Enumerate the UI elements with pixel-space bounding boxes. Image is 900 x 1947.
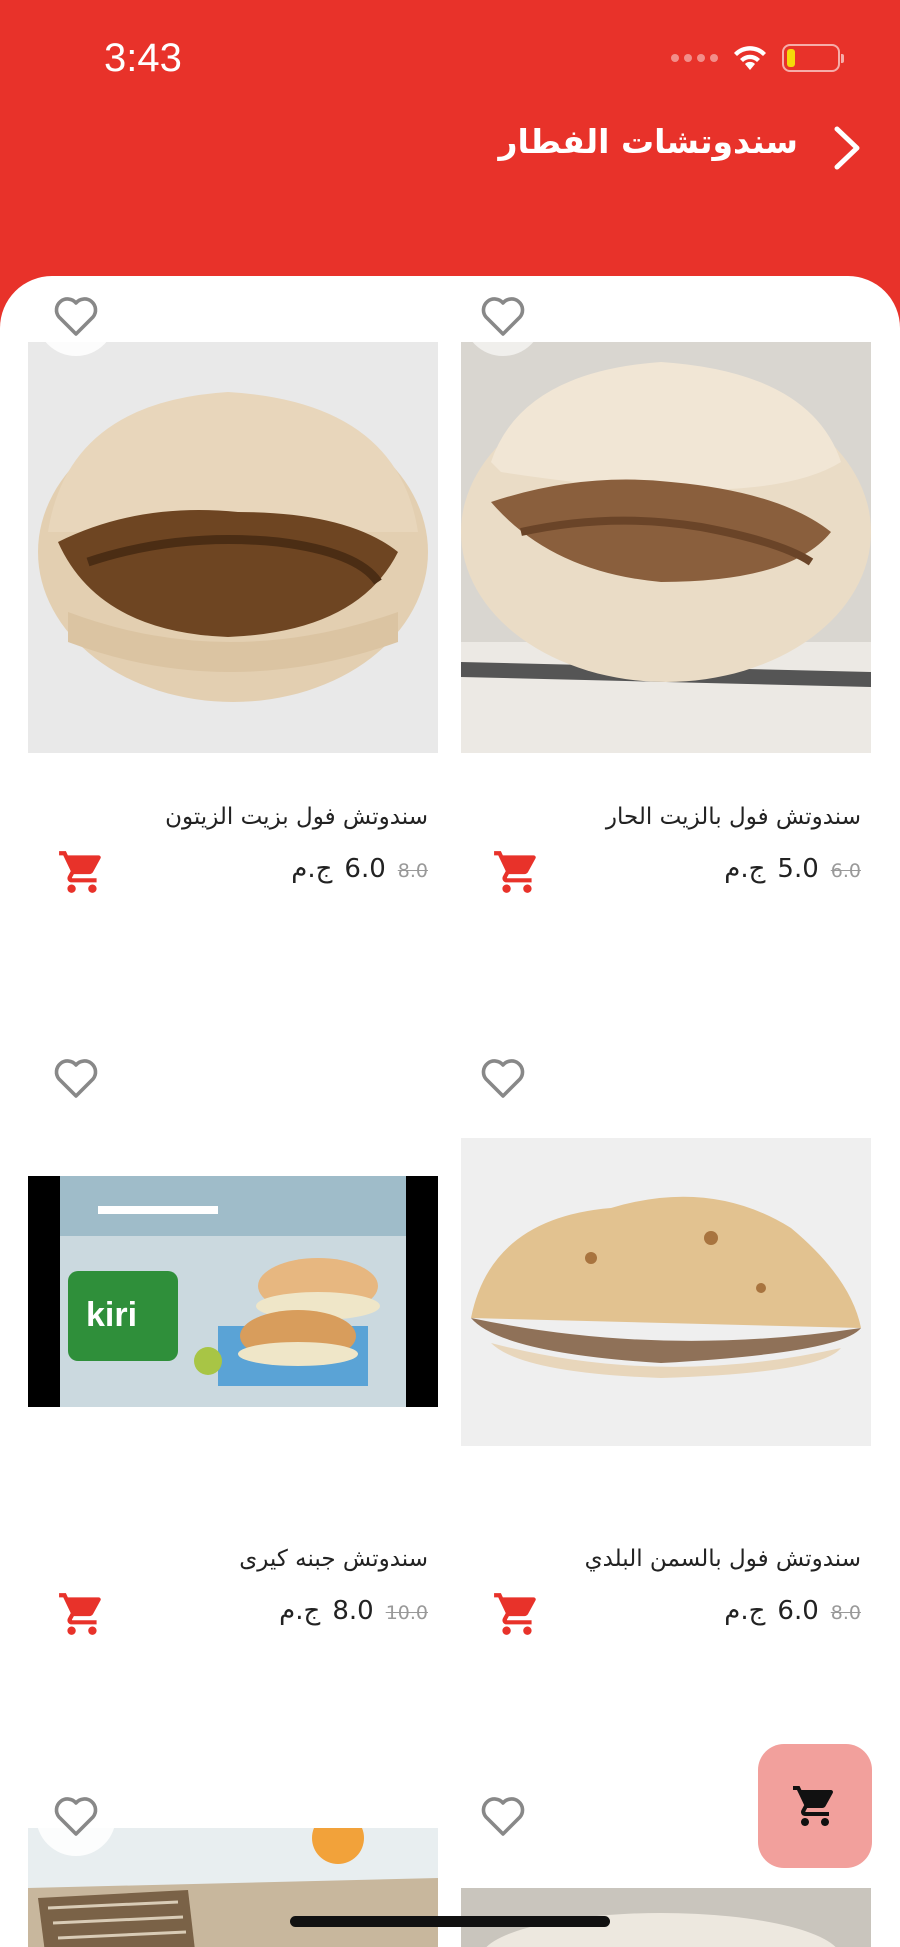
currency: ج.م (724, 854, 766, 884)
product-grid: سندوتش فول بالزيت الحار 6.0 5.0 ج.م سندو… (0, 276, 900, 1947)
battery-icon (782, 44, 844, 72)
currency: ج.م (291, 854, 333, 884)
product-card[interactable]: kiri سندوتش جبنه كيرى 10.0 8.0 ج.م (28, 1018, 438, 1718)
currency: ج.م (724, 1596, 766, 1626)
favorite-button[interactable] (36, 276, 116, 356)
page-title: سندوتشات الفطار (498, 122, 799, 161)
status-icons (671, 44, 844, 72)
price: 6.0 (344, 854, 386, 884)
signal-icon (671, 54, 718, 62)
price: 5.0 (777, 854, 819, 884)
favorite-button[interactable] (36, 1776, 116, 1856)
price-row: 8.0 6.0 ج.م (724, 1596, 861, 1626)
heart-outline-icon (54, 1059, 98, 1098)
back-button[interactable] (822, 118, 872, 178)
product-card[interactable]: سندوتش فول بالزيت الحار 6.0 5.0 ج.م (461, 276, 871, 976)
status-time: 3:43 (104, 36, 182, 80)
add-to-cart-button[interactable] (52, 842, 112, 902)
heart-outline-icon (481, 297, 525, 336)
price: 8.0 (332, 1596, 374, 1626)
price: 6.0 (777, 1596, 819, 1626)
cart-icon (59, 1593, 101, 1635)
heart-outline-icon (54, 297, 98, 336)
add-to-cart-button[interactable] (52, 1584, 112, 1644)
home-indicator (290, 1916, 610, 1927)
cart-icon (793, 1786, 834, 1826)
price-row: 8.0 6.0 ج.م (291, 854, 428, 884)
cart-icon (494, 1593, 536, 1635)
heart-outline-icon (54, 1797, 98, 1836)
status-bar: 3:43 (0, 0, 900, 120)
header: سندوتشات الفطار (0, 110, 900, 190)
heart-outline-icon (481, 1059, 525, 1098)
chevron-right-icon (834, 126, 860, 170)
product-image[interactable] (461, 342, 871, 753)
old-price: 6.0 (830, 860, 861, 882)
product-image[interactable] (461, 1138, 871, 1446)
favorite-button[interactable] (36, 1038, 116, 1118)
favorite-button[interactable] (463, 276, 543, 356)
product-name: سندوتش فول بالزيت الحار (605, 804, 861, 830)
old-price: 10.0 (385, 1602, 428, 1624)
product-image[interactable] (28, 342, 438, 753)
old-price: 8.0 (397, 860, 428, 882)
cart-icon (494, 851, 536, 893)
product-name: سندوتش جبنه كيرى (239, 1546, 428, 1572)
add-to-cart-button[interactable] (487, 1584, 547, 1644)
price-row: 6.0 5.0 ج.م (724, 854, 861, 884)
heart-outline-icon (481, 1797, 525, 1836)
product-name: سندوتش فول بزيت الزيتون (165, 804, 428, 830)
product-image[interactable]: kiri (28, 1176, 438, 1407)
kiri-logo: kiri (86, 1296, 137, 1334)
cart-icon (59, 851, 101, 893)
product-card[interactable]: سندوتش فول بزيت الزيتون 8.0 6.0 ج.م (28, 276, 438, 976)
product-card[interactable]: سندوتش فول بالسمن البلدي 8.0 6.0 ج.م (461, 1018, 871, 1718)
favorite-button[interactable] (463, 1776, 543, 1856)
favorite-button[interactable] (463, 1038, 543, 1118)
old-price: 8.0 (830, 1602, 861, 1624)
product-name: سندوتش فول بالسمن البلدي (584, 1546, 861, 1572)
price-row: 10.0 8.0 ج.م (279, 1596, 428, 1626)
wifi-icon (734, 46, 766, 70)
add-to-cart-button[interactable] (487, 842, 547, 902)
currency: ج.م (279, 1596, 321, 1626)
floating-cart-button[interactable] (758, 1744, 872, 1868)
